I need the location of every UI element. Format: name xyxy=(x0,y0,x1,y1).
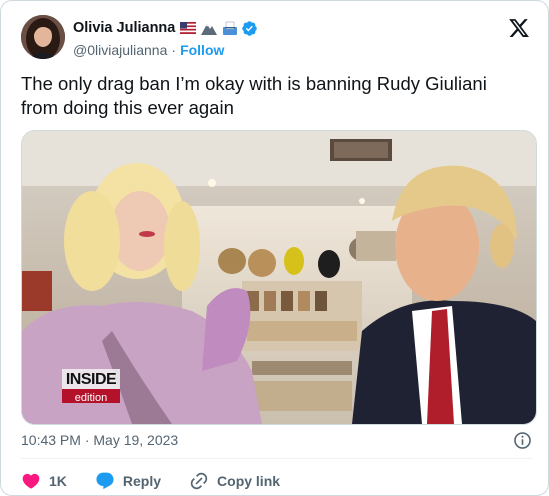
tweet-text-line-2: from doing this ever again xyxy=(21,97,234,118)
heart-icon xyxy=(22,473,40,489)
watermark: INSIDE edition xyxy=(62,369,120,405)
ballot-box-emoji xyxy=(223,21,238,35)
handle-separator: · xyxy=(171,42,177,58)
author-display-name[interactable]: Olivia Julianna xyxy=(73,20,175,36)
x-logo-icon[interactable] xyxy=(508,17,530,39)
copy-link-label: Copy link xyxy=(217,473,281,489)
tweet-text-line-1: The only drag ban I’m okay with is banni… xyxy=(21,73,487,94)
copy-link-button[interactable]: Copy link xyxy=(189,471,280,491)
tweet-text: The only drag ban I’m okay with is banni… xyxy=(21,72,531,120)
author-names: Olivia Julianna @0liviajulianna · Follow xyxy=(73,19,258,58)
like-count: 1K xyxy=(49,473,67,489)
tweet-timestamp[interactable]: 10:43 PM · May 19, 2023 xyxy=(21,432,178,448)
handle-row: @0liviajulianna · Follow xyxy=(73,42,258,58)
reply-button[interactable]: Reply xyxy=(95,471,161,491)
link-icon xyxy=(190,472,208,490)
author-handle[interactable]: @0liviajulianna xyxy=(73,42,167,58)
tweet-media-image[interactable]: INSIDE edition xyxy=(21,130,537,425)
tweet-actions: 1K Reply Copy link xyxy=(21,471,308,491)
mountain-emoji xyxy=(201,24,218,35)
watermark-line-2: edition xyxy=(74,392,108,404)
avatar[interactable] xyxy=(21,15,65,59)
follow-button[interactable]: Follow xyxy=(180,42,224,58)
reply-bubble-icon xyxy=(96,472,114,490)
divider xyxy=(21,458,532,459)
verified-badge-icon xyxy=(242,20,258,36)
tweet-card: Olivia Julianna @0liviajulianna · Follow… xyxy=(0,0,549,496)
info-icon[interactable] xyxy=(513,431,532,450)
avatar-image xyxy=(21,15,65,59)
like-button[interactable]: 1K xyxy=(21,471,67,491)
tweet-header: Olivia Julianna @0liviajulianna · Follow xyxy=(21,15,532,63)
reply-label: Reply xyxy=(122,473,162,489)
us-flag-emoji xyxy=(180,22,197,34)
watermark-line-1: INSIDE xyxy=(65,371,117,388)
display-name-row: Olivia Julianna xyxy=(73,19,258,37)
